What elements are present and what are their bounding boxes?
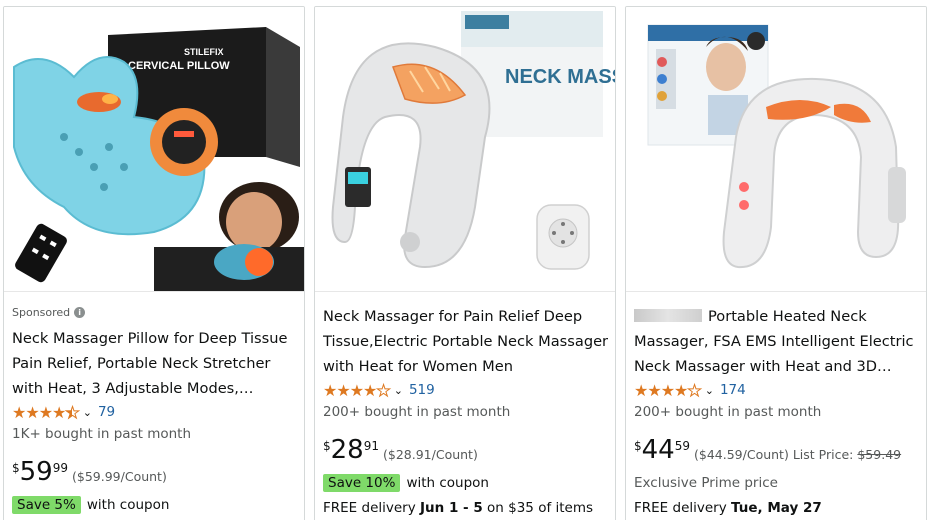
rating-count-link[interactable]: 519 [409, 382, 435, 398]
star-rating-icon[interactable]: ★★★★★ [634, 380, 702, 400]
box-brand-text: STILEFIX [184, 47, 224, 57]
star-rating-icon[interactable]: ★★★★★ [323, 380, 391, 400]
coupon-badge: Save 5% [12, 496, 81, 514]
product-title[interactable]: Neck Massager Pillow for Deep Tissue Pai… [12, 326, 298, 401]
delivery-info: FREE delivery Tue, May 27 [634, 497, 920, 519]
price-per-unit: ($59.99/Count) [72, 469, 167, 484]
price-fraction: 91 [363, 439, 380, 453]
box-title-text: CERVICAL PILLOW [128, 60, 230, 72]
product-image[interactable]: STILEFIX CERVICAL PILLOW [4, 7, 304, 292]
list-price-label: List Price: [792, 447, 854, 462]
price[interactable]: $ 28 91 ($28.91/Count) [323, 436, 609, 466]
coupon-text: with coupon [406, 475, 489, 491]
price-symbol: $ [323, 439, 331, 453]
product-title[interactable]: Neck Massager for Pain Relief Deep Tissu… [323, 304, 609, 379]
rating-row[interactable]: ★★★★★ ⌄ 79 [12, 401, 298, 423]
brand-name-redacted [634, 309, 702, 322]
delivery-prefix: FREE delivery [323, 500, 420, 516]
list-price: List Price: $59.49 [793, 447, 901, 462]
product-image[interactable] [626, 7, 926, 292]
delivery-prefix: FREE delivery [634, 500, 731, 516]
price-symbol: $ [12, 461, 20, 475]
rating-row[interactable]: ★★★★★ ⌄ 519 [323, 379, 609, 401]
rating-count-link[interactable]: 79 [98, 404, 115, 420]
list-price-value: $59.49 [857, 447, 902, 462]
price-per-unit: ($44.59/Count) [694, 447, 789, 462]
star-rating-icon[interactable]: ★★★★★ [12, 402, 80, 422]
rating-count-link[interactable]: 174 [720, 382, 746, 398]
box-title-text: NECK MASSAGER [505, 66, 615, 88]
price[interactable]: $ 59 99 ($59.99/Count) [12, 458, 298, 488]
info-icon[interactable]: i [74, 306, 86, 318]
prime-price-note: Exclusive Prime price [634, 475, 778, 491]
price-per-unit: ($28.91/Count) [383, 447, 478, 462]
price-whole: 28 [330, 435, 364, 465]
chevron-down-icon[interactable]: ⌄ [394, 384, 403, 397]
delivery-date: Tue, May 27 [731, 500, 822, 516]
bought-count: 1K+ bought in past month [12, 426, 192, 442]
product-card[interactable]: STILEFIX CERVICAL PILLOW Sponsored i Nec… [3, 6, 305, 520]
price-fraction: 59 [674, 439, 691, 453]
bought-count: 200+ bought in past month [323, 404, 511, 420]
product-card[interactable]: Portable Heated Neck Massager, FSA EMS I… [625, 6, 927, 520]
bought-count: 200+ bought in past month [634, 404, 822, 420]
coupon-row: Save 5% with coupon [12, 494, 298, 516]
sponsored-text: Sponsored [12, 305, 71, 319]
coupon-text: with coupon [86, 497, 170, 513]
price[interactable]: $ 44 59 ($44.59/Count) List Price: $59.4… [634, 436, 920, 466]
price-symbol: $ [634, 439, 642, 453]
coupon-row: Save 10% with coupon [323, 472, 609, 494]
product-image[interactable]: NECK MASSAGER [315, 7, 615, 292]
product-title[interactable]: Portable Heated Neck Massager, FSA EMS I… [634, 304, 920, 379]
chevron-down-icon[interactable]: ⌄ [705, 384, 714, 397]
product-card[interactable]: NECK MASSAGER Neck Massager for Pain Rel… [314, 6, 616, 520]
rating-row[interactable]: ★★★★★ ⌄ 174 [634, 379, 920, 401]
chevron-down-icon[interactable]: ⌄ [83, 406, 92, 419]
price-fraction: 99 [52, 461, 69, 475]
coupon-badge: Save 10% [323, 474, 401, 492]
delivery-info: FREE delivery Jun 1 - 5 on $35 of items [323, 497, 609, 519]
delivery-suffix: on $35 of items [482, 500, 594, 516]
price-whole: 59 [19, 457, 53, 487]
sponsored-label[interactable]: Sponsored i [12, 304, 298, 320]
delivery-date: Jun 1 - 5 [420, 500, 483, 516]
price-whole: 44 [641, 435, 675, 465]
